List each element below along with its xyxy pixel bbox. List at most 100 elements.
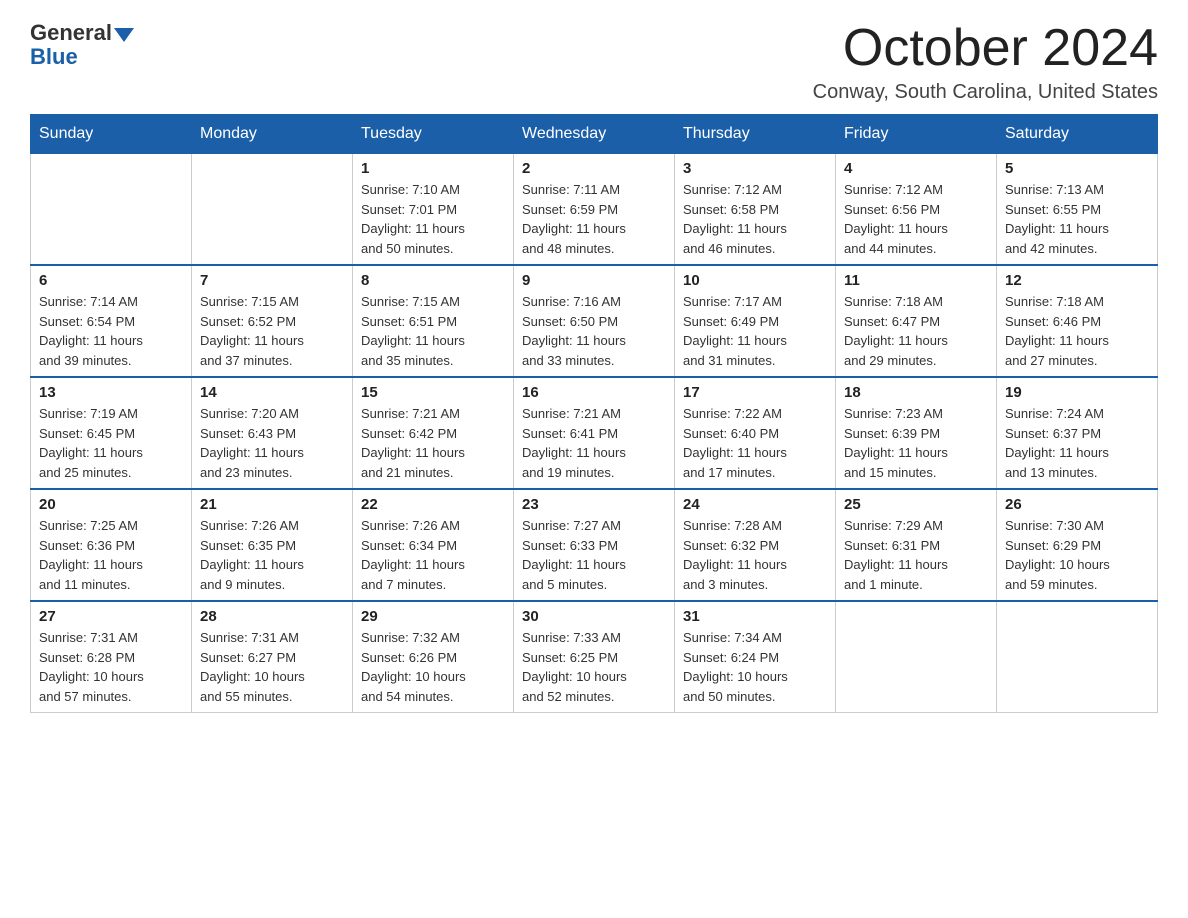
- day-info: Sunrise: 7:18 AM Sunset: 6:46 PM Dayligh…: [1005, 292, 1149, 370]
- calendar-cell: 1 Sunrise: 7:10 AM Sunset: 7:01 PM Daylig…: [353, 154, 514, 266]
- calendar-cell: 19 Sunrise: 7:24 AM Sunset: 6:37 PM Dayli…: [997, 377, 1158, 489]
- weekday-header-tuesday: Tuesday: [353, 115, 514, 154]
- calendar-cell: 21 Sunrise: 7:26 AM Sunset: 6:35 PM Dayli…: [192, 489, 353, 601]
- day-info: Sunrise: 7:31 AM Sunset: 6:27 PM Dayligh…: [200, 628, 344, 706]
- calendar-week-row: 27 Sunrise: 7:31 AM Sunset: 6:28 PM Dayli…: [31, 601, 1158, 713]
- calendar-cell: 8Sunrise: 7:15 AM Sunset: 6:51 PM Daylig…: [353, 265, 514, 377]
- calendar-cell: 22 Sunrise: 7:26 AM Sunset: 6:34 PM Dayli…: [353, 489, 514, 601]
- calendar-cell: 9 Sunrise: 7:16 AM Sunset: 6:50 PM Daylig…: [514, 265, 675, 377]
- day-info: Sunrise: 7:31 AM Sunset: 6:28 PM Dayligh…: [39, 628, 183, 706]
- day-info: Sunrise: 7:11 AM Sunset: 6:59 PM Dayligh…: [522, 180, 666, 258]
- calendar-table: SundayMondayTuesdayWednesdayThursdayFrid…: [30, 114, 1158, 713]
- day-number: 6: [39, 272, 183, 289]
- calendar-cell: [192, 154, 353, 266]
- calendar-week-row: 1 Sunrise: 7:10 AM Sunset: 7:01 PM Daylig…: [31, 154, 1158, 266]
- calendar-cell: 30 Sunrise: 7:33 AM Sunset: 6:25 PM Dayli…: [514, 601, 675, 713]
- day-info: Sunrise: 7:27 AM Sunset: 6:33 PM Dayligh…: [522, 516, 666, 594]
- calendar-cell: 26Sunrise: 7:30 AM Sunset: 6:29 PM Dayli…: [997, 489, 1158, 601]
- calendar-cell: 5 Sunrise: 7:13 AM Sunset: 6:55 PM Daylig…: [997, 154, 1158, 266]
- day-number: 3: [683, 160, 827, 177]
- calendar-cell: 25 Sunrise: 7:29 AM Sunset: 6:31 PM Dayli…: [836, 489, 997, 601]
- calendar-cell: 7 Sunrise: 7:15 AM Sunset: 6:52 PM Daylig…: [192, 265, 353, 377]
- calendar-cell: 29Sunrise: 7:32 AM Sunset: 6:26 PM Dayli…: [353, 601, 514, 713]
- weekday-header-saturday: Saturday: [997, 115, 1158, 154]
- day-info: Sunrise: 7:24 AM Sunset: 6:37 PM Dayligh…: [1005, 404, 1149, 482]
- calendar-cell: 16 Sunrise: 7:21 AM Sunset: 6:41 PM Dayli…: [514, 377, 675, 489]
- day-number: 25: [844, 496, 988, 513]
- weekday-header-friday: Friday: [836, 115, 997, 154]
- day-info: Sunrise: 7:12 AM Sunset: 6:58 PM Dayligh…: [683, 180, 827, 258]
- logo-blue-text: Blue: [30, 44, 78, 70]
- day-number: 16: [522, 384, 666, 401]
- day-number: 1: [361, 160, 505, 177]
- day-info: Sunrise: 7:19 AM Sunset: 6:45 PM Dayligh…: [39, 404, 183, 482]
- day-info: Sunrise: 7:21 AM Sunset: 6:41 PM Dayligh…: [522, 404, 666, 482]
- day-info: Sunrise: 7:23 AM Sunset: 6:39 PM Dayligh…: [844, 404, 988, 482]
- day-info: Sunrise: 7:25 AM Sunset: 6:36 PM Dayligh…: [39, 516, 183, 594]
- day-number: 18: [844, 384, 988, 401]
- day-number: 15: [361, 384, 505, 401]
- day-number: 31: [683, 608, 827, 625]
- day-info: Sunrise: 7:33 AM Sunset: 6:25 PM Dayligh…: [522, 628, 666, 706]
- day-info: Sunrise: 7:15 AM Sunset: 6:51 PM Dayligh…: [361, 292, 505, 370]
- title-section: October 2024 Conway, South Carolina, Uni…: [813, 20, 1158, 104]
- calendar-week-row: 20 Sunrise: 7:25 AM Sunset: 6:36 PM Dayli…: [31, 489, 1158, 601]
- logo: General Blue: [30, 20, 134, 70]
- day-number: 17: [683, 384, 827, 401]
- calendar-cell: 3 Sunrise: 7:12 AM Sunset: 6:58 PM Daylig…: [675, 154, 836, 266]
- day-number: 27: [39, 608, 183, 625]
- calendar-cell: 20 Sunrise: 7:25 AM Sunset: 6:36 PM Dayli…: [31, 489, 192, 601]
- location-title: Conway, South Carolina, United States: [813, 81, 1158, 104]
- day-number: 12: [1005, 272, 1149, 289]
- day-number: 19: [1005, 384, 1149, 401]
- calendar-cell: 17Sunrise: 7:22 AM Sunset: 6:40 PM Dayli…: [675, 377, 836, 489]
- calendar-cell: 2 Sunrise: 7:11 AM Sunset: 6:59 PM Daylig…: [514, 154, 675, 266]
- day-info: Sunrise: 7:12 AM Sunset: 6:56 PM Dayligh…: [844, 180, 988, 258]
- day-info: Sunrise: 7:26 AM Sunset: 6:35 PM Dayligh…: [200, 516, 344, 594]
- day-info: Sunrise: 7:18 AM Sunset: 6:47 PM Dayligh…: [844, 292, 988, 370]
- day-info: Sunrise: 7:21 AM Sunset: 6:42 PM Dayligh…: [361, 404, 505, 482]
- calendar-cell: 13 Sunrise: 7:19 AM Sunset: 6:45 PM Dayli…: [31, 377, 192, 489]
- day-number: 28: [200, 608, 344, 625]
- calendar-cell: 23Sunrise: 7:27 AM Sunset: 6:33 PM Dayli…: [514, 489, 675, 601]
- calendar-cell: 15 Sunrise: 7:21 AM Sunset: 6:42 PM Dayli…: [353, 377, 514, 489]
- day-info: Sunrise: 7:32 AM Sunset: 6:26 PM Dayligh…: [361, 628, 505, 706]
- day-info: Sunrise: 7:13 AM Sunset: 6:55 PM Dayligh…: [1005, 180, 1149, 258]
- weekday-header-wednesday: Wednesday: [514, 115, 675, 154]
- day-info: Sunrise: 7:30 AM Sunset: 6:29 PM Dayligh…: [1005, 516, 1149, 594]
- day-number: 30: [522, 608, 666, 625]
- calendar-cell: 6 Sunrise: 7:14 AM Sunset: 6:54 PM Daylig…: [31, 265, 192, 377]
- day-info: Sunrise: 7:10 AM Sunset: 7:01 PM Dayligh…: [361, 180, 505, 258]
- day-number: 5: [1005, 160, 1149, 177]
- calendar-cell: 10 Sunrise: 7:17 AM Sunset: 6:49 PM Dayli…: [675, 265, 836, 377]
- day-number: 2: [522, 160, 666, 177]
- calendar-cell: [997, 601, 1158, 713]
- calendar-cell: 24Sunrise: 7:28 AM Sunset: 6:32 PM Dayli…: [675, 489, 836, 601]
- calendar-cell: 18 Sunrise: 7:23 AM Sunset: 6:39 PM Dayli…: [836, 377, 997, 489]
- calendar-cell: 12 Sunrise: 7:18 AM Sunset: 6:46 PM Dayli…: [997, 265, 1158, 377]
- day-number: 22: [361, 496, 505, 513]
- day-info: Sunrise: 7:29 AM Sunset: 6:31 PM Dayligh…: [844, 516, 988, 594]
- day-number: 7: [200, 272, 344, 289]
- day-info: Sunrise: 7:14 AM Sunset: 6:54 PM Dayligh…: [39, 292, 183, 370]
- day-number: 20: [39, 496, 183, 513]
- day-info: Sunrise: 7:15 AM Sunset: 6:52 PM Dayligh…: [200, 292, 344, 370]
- day-number: 13: [39, 384, 183, 401]
- day-number: 21: [200, 496, 344, 513]
- day-number: 14: [200, 384, 344, 401]
- calendar-week-row: 13 Sunrise: 7:19 AM Sunset: 6:45 PM Dayli…: [31, 377, 1158, 489]
- day-info: Sunrise: 7:17 AM Sunset: 6:49 PM Dayligh…: [683, 292, 827, 370]
- calendar-cell: [836, 601, 997, 713]
- logo-general-text: General: [30, 20, 112, 46]
- calendar-cell: 14 Sunrise: 7:20 AM Sunset: 6:43 PM Dayli…: [192, 377, 353, 489]
- day-number: 10: [683, 272, 827, 289]
- day-number: 9: [522, 272, 666, 289]
- day-info: Sunrise: 7:26 AM Sunset: 6:34 PM Dayligh…: [361, 516, 505, 594]
- month-title: October 2024: [813, 20, 1158, 77]
- day-info: Sunrise: 7:34 AM Sunset: 6:24 PM Dayligh…: [683, 628, 827, 706]
- day-info: Sunrise: 7:16 AM Sunset: 6:50 PM Dayligh…: [522, 292, 666, 370]
- weekday-header-thursday: Thursday: [675, 115, 836, 154]
- weekday-header-monday: Monday: [192, 115, 353, 154]
- day-info: Sunrise: 7:20 AM Sunset: 6:43 PM Dayligh…: [200, 404, 344, 482]
- day-number: 11: [844, 272, 988, 289]
